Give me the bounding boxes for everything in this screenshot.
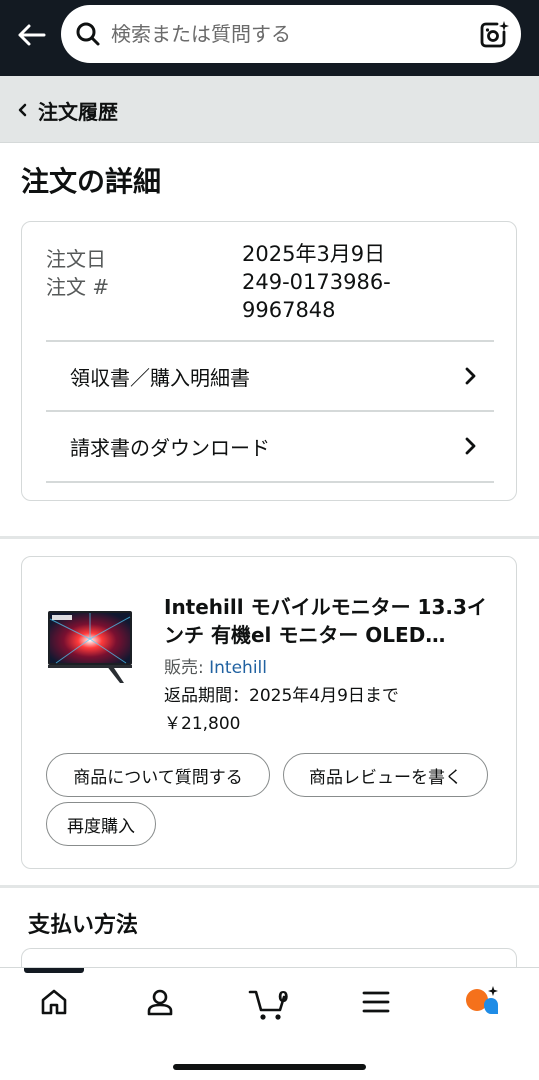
write-review-button[interactable]: 商品レビューを書く [283,753,488,797]
order-number-value-line1: 249-0173986- [242,270,391,294]
product-title[interactable]: Intehill モバイルモニター 13.3インチ 有機el モニター OLED… [164,593,494,649]
order-date-label: 注文日 [46,247,106,271]
active-tab-indicator [24,968,84,973]
menu-icon [361,989,391,1019]
bottom-nav: 0 [0,967,539,1080]
buy-again-button[interactable]: 再度購入 [46,802,156,846]
seller-link[interactable]: Intehill [209,658,267,678]
order-number-label: 注文 # [46,275,110,299]
chevron-right-icon [462,364,478,388]
nav-menu[interactable] [346,982,406,1026]
price: ￥21,800 [164,714,241,734]
page-title: 注文の詳細 [21,165,162,198]
chevron-right-icon [462,434,478,458]
cart-icon: 0 [248,986,288,1022]
breadcrumb-label: 注文履歴 [38,100,118,124]
nav-cart[interactable]: 0 [238,982,298,1026]
search-box[interactable] [61,5,521,63]
order-info-card: 注文日 2025年3月9日 注文 # 249-0173986- 9967848 … [21,221,517,501]
top-search-bar [0,0,539,76]
breadcrumb[interactable]: 注文履歴 [0,76,539,143]
rufus-icon [462,984,502,1024]
order-date-value: 2025年3月9日 [242,242,386,266]
invoice-download-label: 請求書のダウンロード [70,436,270,460]
camera-lens-icon[interactable] [477,19,509,51]
cart-count: 0 [278,988,289,1006]
account-icon [145,987,175,1021]
seller-prefix: 販売: [164,658,210,678]
ask-question-button[interactable]: 商品について質問する [46,753,270,797]
product-card: Intehill モバイルモニター 13.3インチ 有機el モニター OLED… [21,556,517,869]
search-icon [75,21,101,47]
invoice-download-link[interactable]: 請求書のダウンロード [46,410,494,480]
product-image[interactable] [46,609,138,685]
receipt-link[interactable]: 領収書／購入明細書 [46,340,494,410]
search-input[interactable] [111,5,461,63]
receipt-link-label: 領収書／購入明細書 [70,366,250,390]
divider [46,481,494,483]
nav-home[interactable] [24,982,84,1026]
seller-line: 販売: Intehill [164,653,267,678]
order-number-value-line2: 9967848 [242,298,336,322]
return-period: 返品期間：2025年4月9日まで [164,686,399,706]
nav-account[interactable] [130,982,190,1026]
section-divider [0,885,539,888]
chevron-left-icon [16,102,30,118]
section-divider [0,536,539,539]
payment-method-title: 支払い方法 [28,913,139,938]
home-icon [39,987,69,1021]
back-arrow-icon[interactable] [14,18,48,52]
nav-rufus[interactable] [452,982,512,1026]
home-indicator-bar [173,1064,366,1070]
